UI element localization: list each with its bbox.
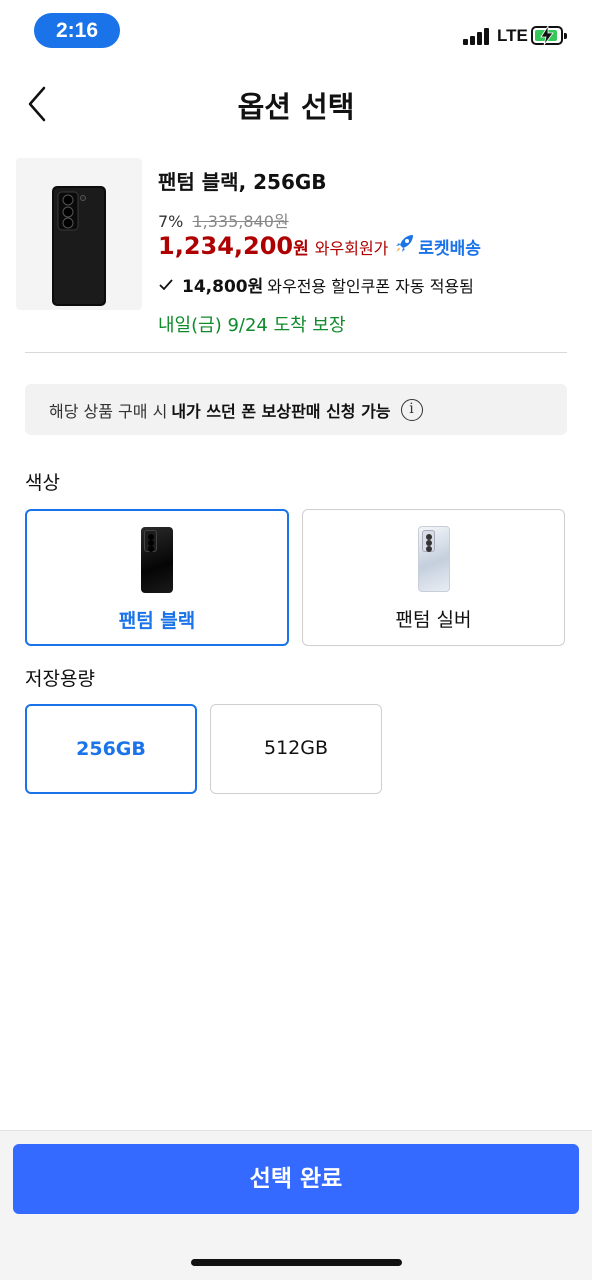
phone-black-image [141, 527, 173, 593]
coupon-row: 14,800원 와우전용 할인쿠폰 자동 적용됨 [158, 272, 474, 297]
phone-silver-image [417, 526, 450, 592]
color-option-phantom-black[interactable]: 팬텀 블랙 [25, 509, 289, 646]
color-option-label: 팬텀 실버 [395, 609, 472, 631]
member-price-label: 와우회원가 [314, 239, 389, 258]
coupon-amount: 14,800원 [182, 277, 264, 297]
discount-row: 7% 1,335,840원 [158, 208, 289, 232]
coupon-text: 와우전용 할인쿠폰 자동 적용됨 [267, 276, 474, 296]
info-icon[interactable]: i [400, 398, 423, 421]
network-type: LTE [497, 26, 528, 45]
battery-charging-icon [531, 26, 567, 45]
price-unit: 원 [293, 239, 309, 259]
storage-option-label: 256GB [76, 738, 146, 760]
rocket-delivery-badge: 로켓배송 [418, 239, 481, 259]
status-bar: 2:16 LTE [0, 0, 592, 62]
storage-section-title: 저장용량 [25, 668, 95, 690]
color-section-title: 색상 [25, 472, 60, 494]
trade-in-notice[interactable]: 해당 상품 구매 시 내가 쓰던 폰 보상판매 신청 가능 i [25, 384, 567, 435]
rocket-icon [396, 235, 414, 252]
product-image [16, 158, 142, 310]
color-option-phantom-silver[interactable]: 팬텀 실버 [302, 509, 565, 646]
discount-rate: 7% [158, 212, 184, 231]
color-option-label: 팬텀 블랙 [118, 610, 196, 632]
page-title: 옵션 선택 [237, 90, 355, 124]
sale-price: 1,234,200 [158, 232, 294, 260]
cellular-signal-icon [463, 28, 493, 45]
storage-option-512gb[interactable]: 512GB [210, 704, 382, 794]
original-price: 1,335,840원 [192, 212, 289, 231]
notice-text: 해당 상품 구매 시 [49, 401, 168, 421]
notice-text-bold: 내가 쓰던 폰 보상판매 신청 가능 [171, 401, 391, 421]
confirm-selection-button[interactable]: 선택 완료 [13, 1144, 579, 1214]
product-name: 팬텀 블랙, 256GB [158, 170, 327, 194]
home-indicator[interactable] [191, 1259, 402, 1266]
delivery-eta: 내일(금) 9/24 도착 보장 [158, 315, 346, 336]
checkmark-icon [159, 278, 173, 290]
price-row: 1,234,200 원 와우회원가 로켓배송 [158, 232, 481, 260]
status-time: 2:16 [34, 13, 120, 48]
storage-option-label: 512GB [263, 737, 329, 759]
divider [25, 352, 567, 353]
storage-option-256gb[interactable]: 256GB [25, 704, 197, 794]
